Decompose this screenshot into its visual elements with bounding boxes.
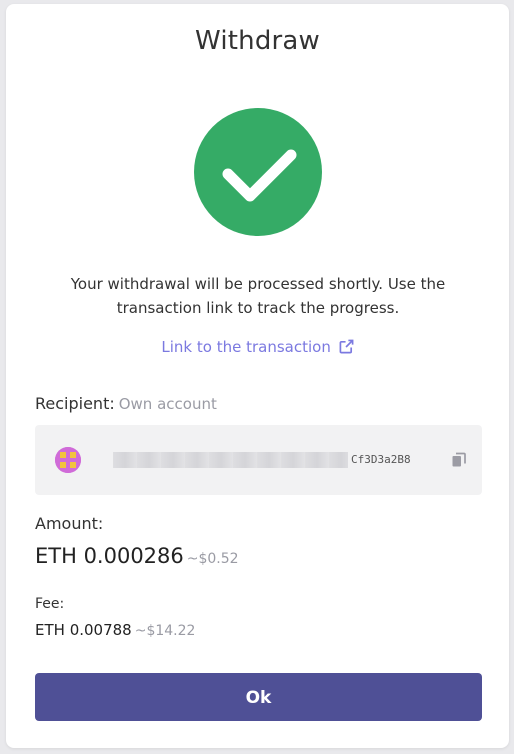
recipient-label: Recipient: xyxy=(35,394,115,413)
identicon xyxy=(55,447,81,473)
recipient-type: Own account xyxy=(118,395,217,413)
recipient-address-box: Cf3D3a2B8 xyxy=(35,425,482,495)
success-check-icon xyxy=(194,108,322,236)
withdraw-dialog: Withdraw Your withdrawal will be process… xyxy=(6,4,509,748)
status-message: Your withdrawal will be processed shortl… xyxy=(70,275,446,317)
amount-label: Amount: xyxy=(35,514,104,533)
recipient-row: Recipient: Own account xyxy=(35,394,217,413)
amount-eth: ETH 0.000286 xyxy=(35,544,184,568)
amount-value: ETH 0.000286 ~$0.52 xyxy=(35,544,239,568)
external-link-icon xyxy=(339,339,354,354)
fee-label: Fee: xyxy=(35,596,65,612)
ok-button[interactable]: Ok xyxy=(35,673,482,721)
fee-value: ETH 0.00788 ~$14.22 xyxy=(35,621,195,639)
fee-usd: ~$14.22 xyxy=(134,623,196,639)
recipient-address: Cf3D3a2B8 xyxy=(113,452,423,468)
address-redaction xyxy=(113,452,348,468)
address-tail: Cf3D3a2B8 xyxy=(351,453,411,466)
transaction-link-label: Link to the transaction xyxy=(161,338,331,356)
transaction-link[interactable]: Link to the transaction xyxy=(6,338,509,356)
amount-usd: ~$0.52 xyxy=(186,551,239,567)
fee-eth: ETH 0.00788 xyxy=(35,621,132,639)
dialog-title: Withdraw xyxy=(194,26,321,56)
copy-icon[interactable] xyxy=(451,452,467,472)
